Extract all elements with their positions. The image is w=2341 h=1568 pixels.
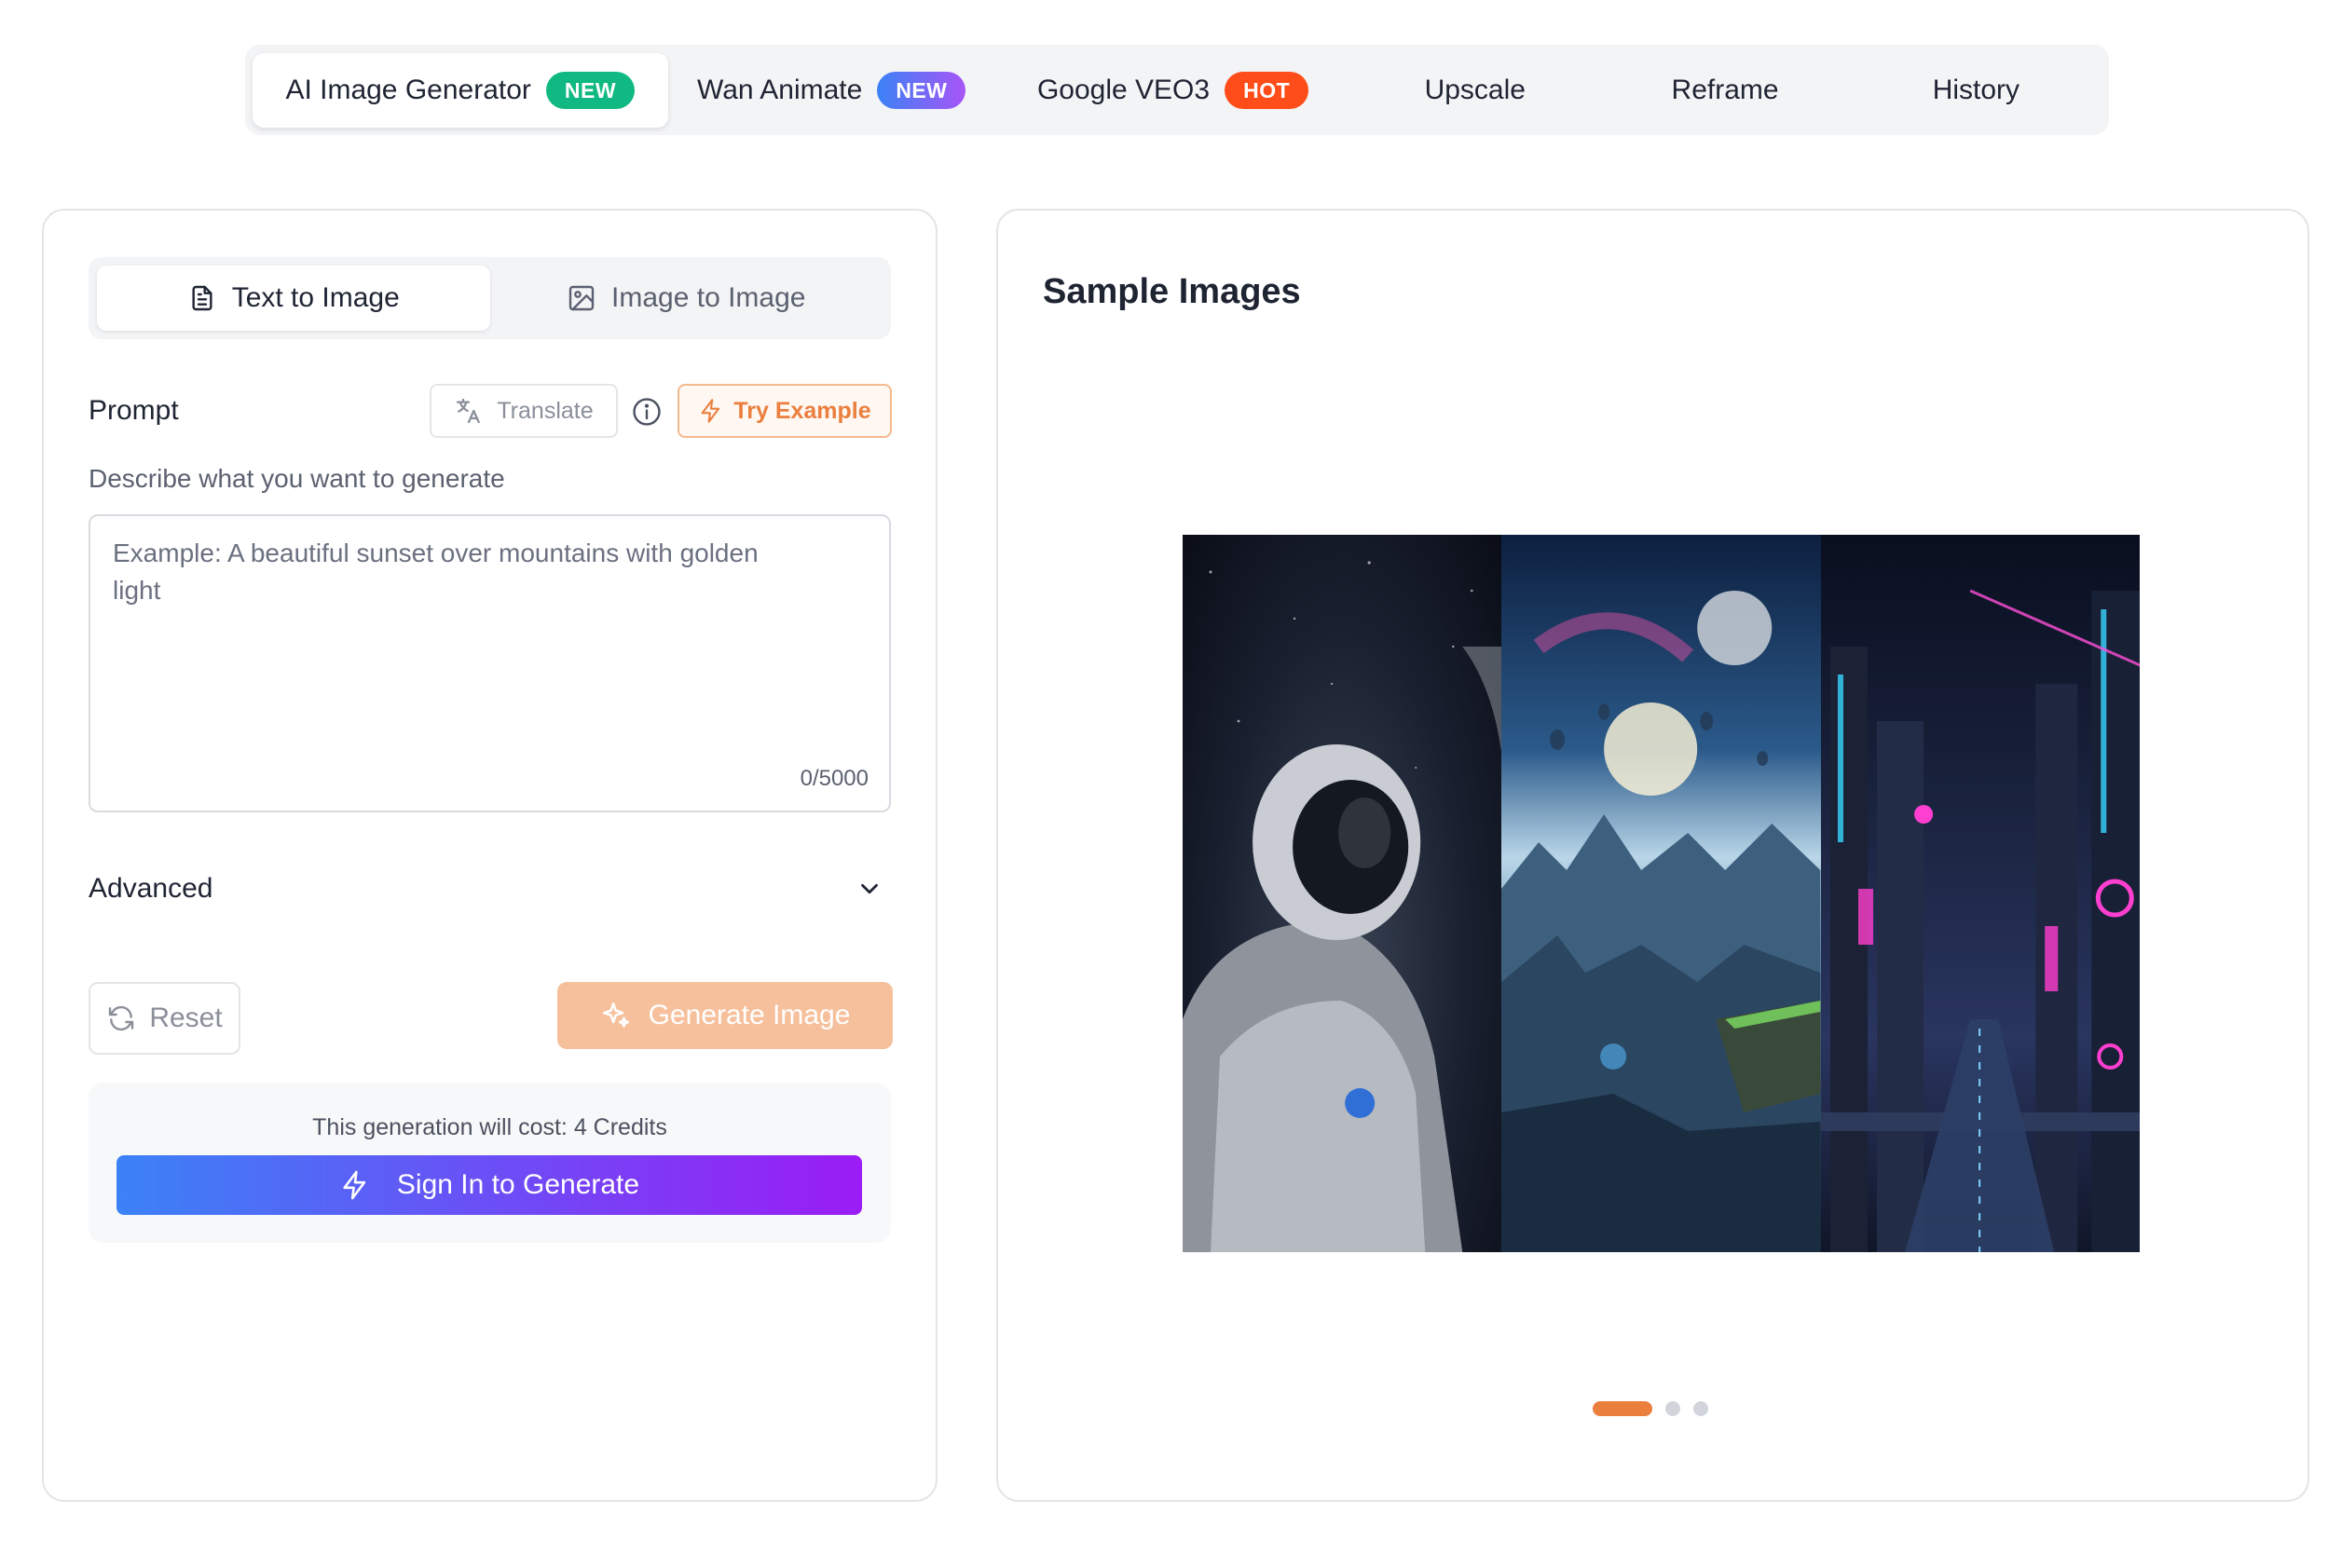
astronaut-image [1183,535,1502,1252]
sparkles-icon [602,1002,629,1028]
nav-tab-reframe[interactable]: Reframe [1599,53,1850,128]
sign-in-label: Sign In to Generate [396,1169,640,1200]
fantasy-landscape-image [1501,535,1821,1252]
prompt-field: 0/5000 [89,514,891,812]
try-example-button[interactable]: Try Example [678,384,892,438]
prompt-description: Describe what you want to generate [89,464,505,493]
document-icon [192,285,212,311]
tab-text-to-image[interactable]: Text to Image [97,266,490,331]
nav-tab-label: AI Image Generator [285,74,531,105]
tab-label: Image to Image [611,282,806,313]
carousel-dot-1[interactable] [1593,1401,1652,1416]
nav-tab-wan-animate[interactable]: Wan Animate NEW [668,53,995,128]
try-example-label: Try Example [733,397,871,424]
carousel-pagination [1593,1401,1708,1416]
generator-form-card: Text to Image Image to Image Prompt Tran… [42,209,938,1502]
nav-tab-label: Wan Animate [697,74,863,105]
mode-switch: Text to Image Image to Image [89,257,891,339]
character-counter: 0/5000 [800,766,869,791]
lightning-icon [343,1170,366,1200]
nav-tab-label: Reframe [1671,74,1779,105]
reset-label: Reset [149,1002,223,1033]
cost-text: This generation will cost: 4 Credits [312,1114,667,1140]
generate-image-button[interactable]: Generate Image [557,982,893,1049]
advanced-label: Advanced [89,873,213,904]
sample-images-card: Sample Images [996,209,2309,1502]
sample-image-carousel[interactable] [1183,535,2140,1252]
hot-badge: HOT [1225,71,1309,109]
sample-images-title: Sample Images [1043,272,1301,311]
tab-image-to-image[interactable]: Image to Image [490,266,883,331]
nav-tab-label: History [1932,74,2020,105]
new-badge: NEW [545,71,636,109]
new-badge: NEW [877,71,966,109]
advanced-toggle[interactable]: Advanced [89,863,891,915]
top-navigation: AI Image Generator NEW Wan Animate NEW G… [245,45,2109,135]
nav-tab-ai-image-generator[interactable]: AI Image Generator NEW [253,52,668,128]
lightning-icon [701,399,720,423]
translate-icon [457,398,481,424]
nav-tab-label: Google VEO3 [1036,74,1211,105]
info-icon[interactable] [631,396,663,428]
image-icon [568,285,595,311]
refresh-icon [109,1005,134,1031]
reset-button[interactable]: Reset [89,982,240,1055]
translate-button[interactable]: Translate [430,384,618,438]
prompt-input[interactable] [113,535,802,740]
carousel-dot-2[interactable] [1665,1401,1680,1416]
translate-label: Translate [497,397,594,424]
nav-tab-label: Upscale [1424,74,1526,105]
nav-tab-upscale[interactable]: Upscale [1350,53,1599,128]
chevron-down-icon [861,883,878,894]
carousel-dot-3[interactable] [1693,1401,1708,1416]
prompt-label: Prompt [89,395,179,426]
cost-panel: This generation will cost: 4 Credits Sig… [89,1083,891,1243]
cyberpunk-city-image [1820,535,2140,1252]
nav-tab-history[interactable]: History [1851,53,2101,128]
tab-label: Text to Image [231,282,400,313]
sign-in-button[interactable]: Sign In to Generate [116,1155,862,1215]
generate-label: Generate Image [648,1000,851,1030]
nav-tab-google-veo3[interactable]: Google VEO3 HOT [995,53,1350,128]
